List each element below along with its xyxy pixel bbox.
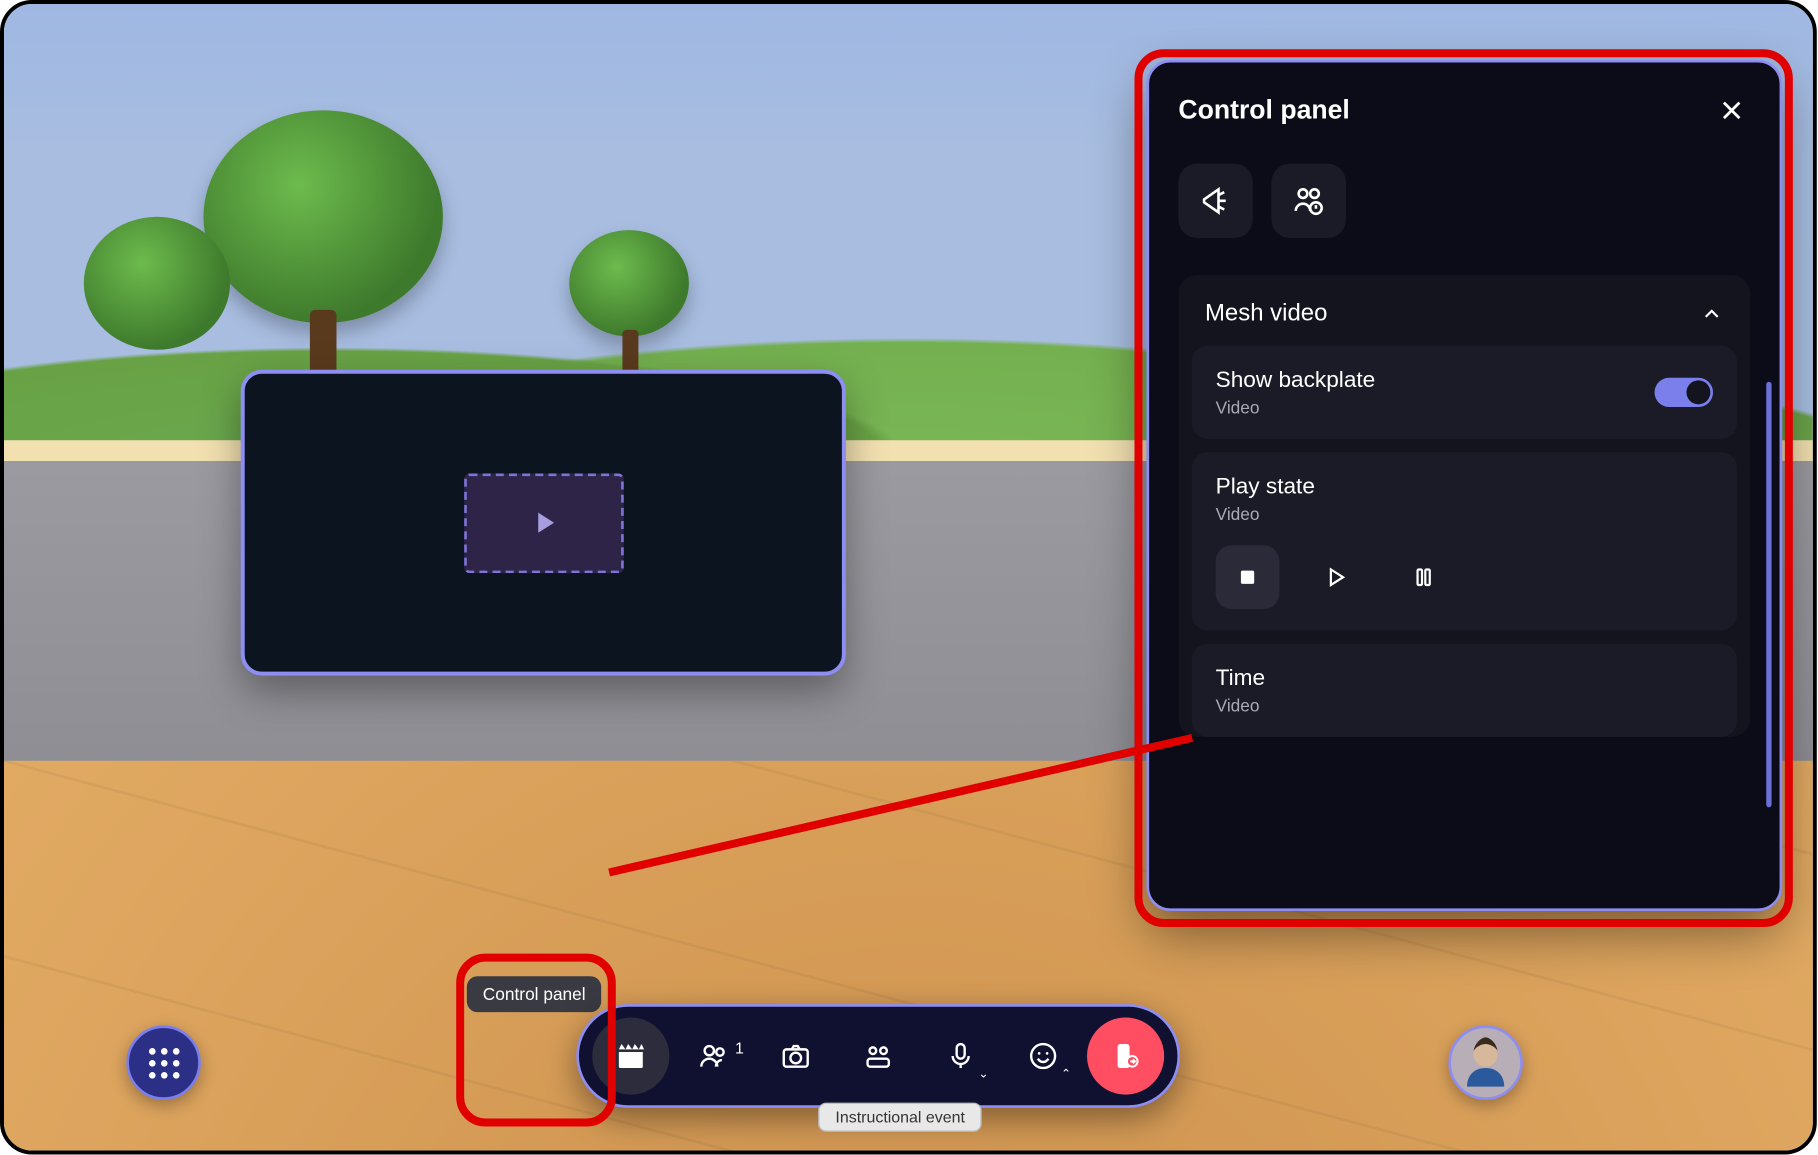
control-panel-title: Control panel <box>1178 95 1349 126</box>
video-placeholder <box>464 473 624 573</box>
event-name-label: Instructional event <box>818 1103 982 1132</box>
screen-share-button[interactable] <box>840 1017 917 1094</box>
people-icon <box>697 1040 729 1072</box>
world-video-screen[interactable] <box>241 370 846 676</box>
grid-icon <box>148 1047 179 1078</box>
participants-button[interactable]: 1 <box>675 1017 752 1094</box>
share-screen-icon <box>862 1040 894 1072</box>
camera-icon <box>780 1040 812 1072</box>
panel-scrollbar[interactable] <box>1766 382 1771 808</box>
play-state-setting: Play state Video <box>1192 452 1737 630</box>
section-title: Mesh video <box>1205 299 1327 327</box>
pause-button[interactable] <box>1391 545 1455 609</box>
scene-tree <box>569 230 689 336</box>
play-icon <box>526 505 561 540</box>
setting-subtitle: Video <box>1216 504 1713 524</box>
people-mute-icon <box>1291 184 1326 219</box>
setting-subtitle: Video <box>1216 696 1713 716</box>
leave-button[interactable] <box>1087 1017 1164 1094</box>
megaphone-button[interactable] <box>1178 164 1252 238</box>
show-backplate-toggle[interactable] <box>1655 378 1714 407</box>
chevron-up-icon: ⌃ <box>1061 1067 1071 1082</box>
control-panel: Control panel Mesh video Show backplat <box>1146 60 1782 911</box>
reactions-button[interactable]: ⌃ <box>1005 1017 1082 1094</box>
setting-title: Show backplate <box>1216 367 1376 394</box>
participants-count: 1 <box>735 1039 744 1058</box>
profile-avatar-button[interactable] <box>1448 1025 1522 1099</box>
mute-all-button[interactable] <box>1271 164 1345 238</box>
emoji-icon <box>1027 1040 1059 1072</box>
scene-tree <box>203 110 442 323</box>
megaphone-icon <box>1198 184 1233 219</box>
close-icon <box>1718 97 1745 124</box>
clapperboard-icon <box>615 1040 647 1072</box>
setting-title: Time <box>1216 665 1713 692</box>
control-panel-tooltip: Control panel <box>467 976 602 1012</box>
time-setting: Time Video <box>1192 644 1737 737</box>
camera-button[interactable] <box>757 1017 834 1094</box>
microphone-button[interactable]: ⌄ <box>922 1017 999 1094</box>
mesh-video-section: Mesh video Show backplate Video Play sta… <box>1178 275 1750 737</box>
close-button[interactable] <box>1713 92 1750 129</box>
apps-menu-button[interactable] <box>126 1025 200 1099</box>
setting-subtitle: Video <box>1216 398 1376 418</box>
play-button[interactable] <box>1303 545 1367 609</box>
play-icon <box>1322 564 1349 591</box>
chevron-up-icon <box>1700 301 1724 325</box>
control-panel-button[interactable] <box>592 1017 669 1094</box>
scene-tree <box>84 217 230 350</box>
stop-button[interactable] <box>1216 545 1280 609</box>
avatar-icon <box>1454 1031 1518 1095</box>
section-header[interactable]: Mesh video <box>1178 275 1750 345</box>
setting-title: Play state <box>1216 473 1713 500</box>
microphone-icon <box>945 1040 977 1072</box>
main-toolbar: 1 ⌄ ⌃ <box>576 1004 1180 1108</box>
stop-icon <box>1234 564 1261 591</box>
show-backplate-setting: Show backplate Video <box>1192 346 1737 439</box>
chevron-down-icon: ⌄ <box>979 1067 989 1082</box>
leave-icon <box>1110 1040 1142 1072</box>
pause-icon <box>1410 564 1437 591</box>
